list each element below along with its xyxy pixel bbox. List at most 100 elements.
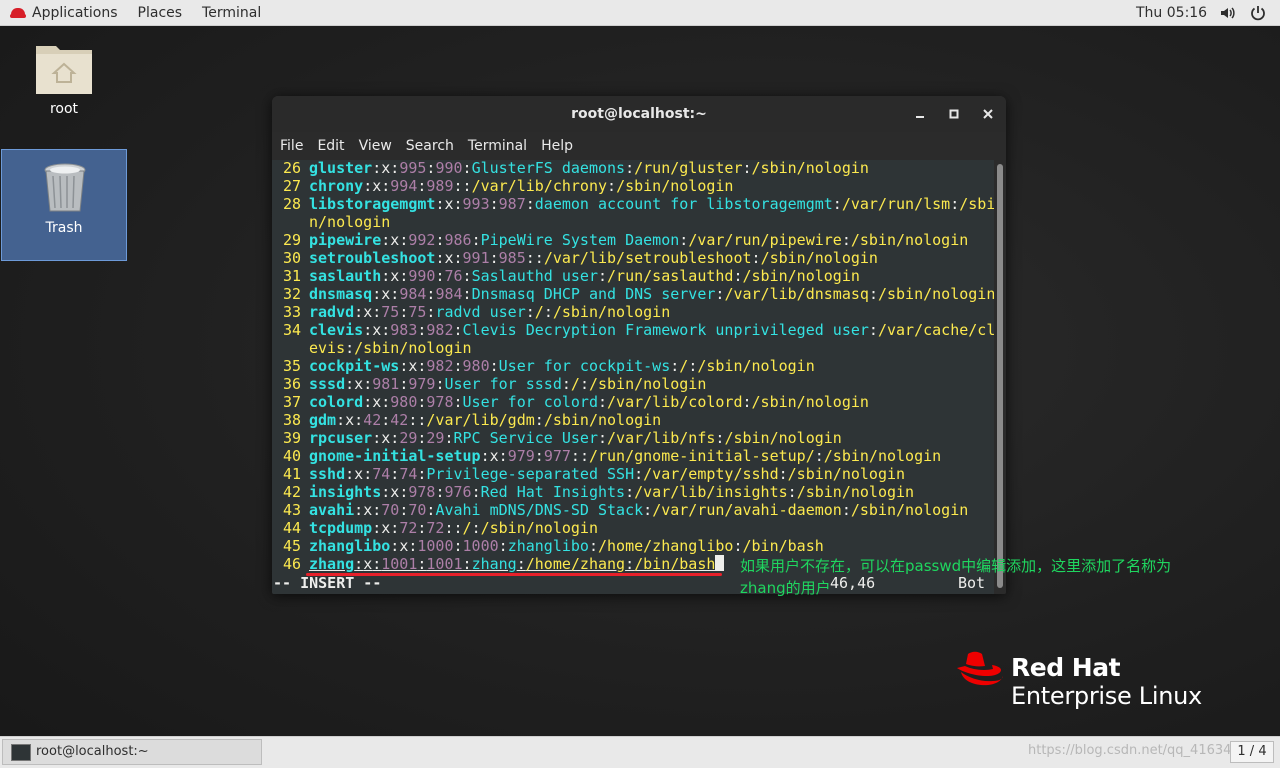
window-titlebar[interactable]: root@localhost:~ [272,96,1006,132]
separator: : [453,537,463,555]
close-button[interactable] [980,106,996,122]
field-gid: 42 [390,411,409,429]
line-number: 38 [282,411,301,429]
field-gid: 1000 [462,537,499,555]
desktop-icon-root[interactable]: root [18,38,110,128]
field-uid: 981 [372,375,400,393]
separator: : [390,465,400,483]
separator: : [381,321,391,339]
separator: : [372,159,382,177]
separator: : [579,447,589,465]
buffer-line: 34 clevis:x:983:982:Clevis Decryption Fra… [280,321,995,339]
field-shell: /sbi [959,195,996,213]
maximize-button[interactable] [946,106,962,122]
field-uid: 72 [399,519,418,537]
trash-icon [44,163,86,212]
field-uid: 979 [507,447,535,465]
terminal-content[interactable]: 26 gluster:x:995:990:GlusterFS daemons:/r… [272,159,995,594]
field-home: /var/lib/setroubleshoot [543,249,752,267]
field-gecos: Dnsmasq DHCP and DNS server [471,285,716,303]
separator: : [787,483,797,501]
separator: : [579,375,589,393]
buffer-line: 41 sshd:x:74:74:Privilege-separated SSH:/… [280,465,905,483]
buffer-line: 28 libstoragemgmt:x:993:987:daemon accoun… [280,195,995,213]
separator: : [372,429,382,447]
scrollbar-thumb[interactable] [997,164,1003,588]
separator: : [390,537,400,555]
menu-help[interactable]: Help [533,132,579,160]
separator: : [363,177,373,195]
desktop-icon-trash[interactable]: Trash [1,149,127,261]
field-uid: 994 [390,177,418,195]
field-uid: 75 [381,303,400,321]
field-gid: 76 [444,267,463,285]
separator: : [489,249,499,267]
field-gid: 1001 [426,555,463,573]
field-gid: 990 [435,159,463,177]
separator: : [607,177,617,195]
menu-terminal[interactable]: Terminal [460,132,533,160]
separator: : [588,537,598,555]
menu-view[interactable]: View [351,132,398,160]
logo-line-2: Enterprise Linux [1011,682,1202,710]
power-icon[interactable] [1249,4,1267,22]
workspace-pager[interactable]: 1 / 4 [1230,741,1274,763]
logo-line-1: Red Hat [1011,653,1121,682]
separator: : [363,465,373,483]
separator: : [679,231,689,249]
places-menu[interactable]: Places [128,0,193,26]
buffer-line: 44 tcpdump:x:72:72::/:/sbin/nologin [280,519,598,537]
top-panel: Applications Places Terminal Thu 05:16 [0,0,1280,26]
field-uid: 983 [390,321,418,339]
field-home: /var/run/pipewire [688,231,842,249]
menu-edit[interactable]: Edit [309,132,350,160]
separator: : [643,501,653,519]
field-gid: 979 [408,375,436,393]
line-number: 42 [282,483,301,501]
line-number: 31 [282,267,301,285]
separator: : [498,447,508,465]
separator: : [625,555,635,573]
separator: : [363,375,373,393]
field-gid: 72 [426,519,445,537]
separator: : [841,501,851,519]
separator: : [390,285,400,303]
applications-menu[interactable]: Applications [0,0,128,26]
terminal-window: root@localhost:~ File Edit View Search T… [272,96,1006,594]
minimize-button[interactable] [912,106,928,122]
separator: : [950,195,960,213]
field-password: x [363,501,373,519]
field-gid: 980 [462,357,490,375]
line-number: 41 [282,465,301,483]
separator: : [570,447,580,465]
separator: : [381,177,391,195]
field-password: x [381,519,391,537]
field-uid: 982 [426,357,454,375]
field-shell: /sbin/nologin [823,447,942,465]
separator: : [453,519,463,537]
buffer-line: 39 rpcuser:x:29:29:RPC Service User:/var/… [280,429,842,447]
field-gid: 29 [426,429,445,447]
field-password: x [390,267,400,285]
menu-search[interactable]: Search [398,132,460,160]
line-number: 39 [282,429,301,447]
field-home: /run/saslauthd [607,267,734,285]
taskbar-terminal-button[interactable]: root@localhost:~ [2,739,262,765]
field-home: /home/zhanglibo [598,537,734,555]
field-password: x [363,555,373,573]
buffer-line: 27 chrony:x:994:989::/var/lib/chrony:/sbi… [280,177,734,195]
redhat-icon [10,6,26,20]
field-user: sssd [309,375,346,393]
buffer-line: 43 avahi:x:70:70:Avahi mDNS/DNS-SD Stack:… [280,501,968,519]
menu-file[interactable]: File [272,132,309,160]
minimize-icon [916,116,924,118]
separator: : [453,177,463,195]
terminal-app-menu[interactable]: Terminal [192,0,271,26]
separator: : [471,231,481,249]
field-password: x [363,303,373,321]
volume-icon[interactable] [1219,4,1237,22]
field-uid: 991 [462,249,490,267]
clock[interactable]: Thu 05:16 [1136,0,1207,26]
separator: : [489,195,499,213]
terminal-scrollbar[interactable] [994,160,1006,594]
